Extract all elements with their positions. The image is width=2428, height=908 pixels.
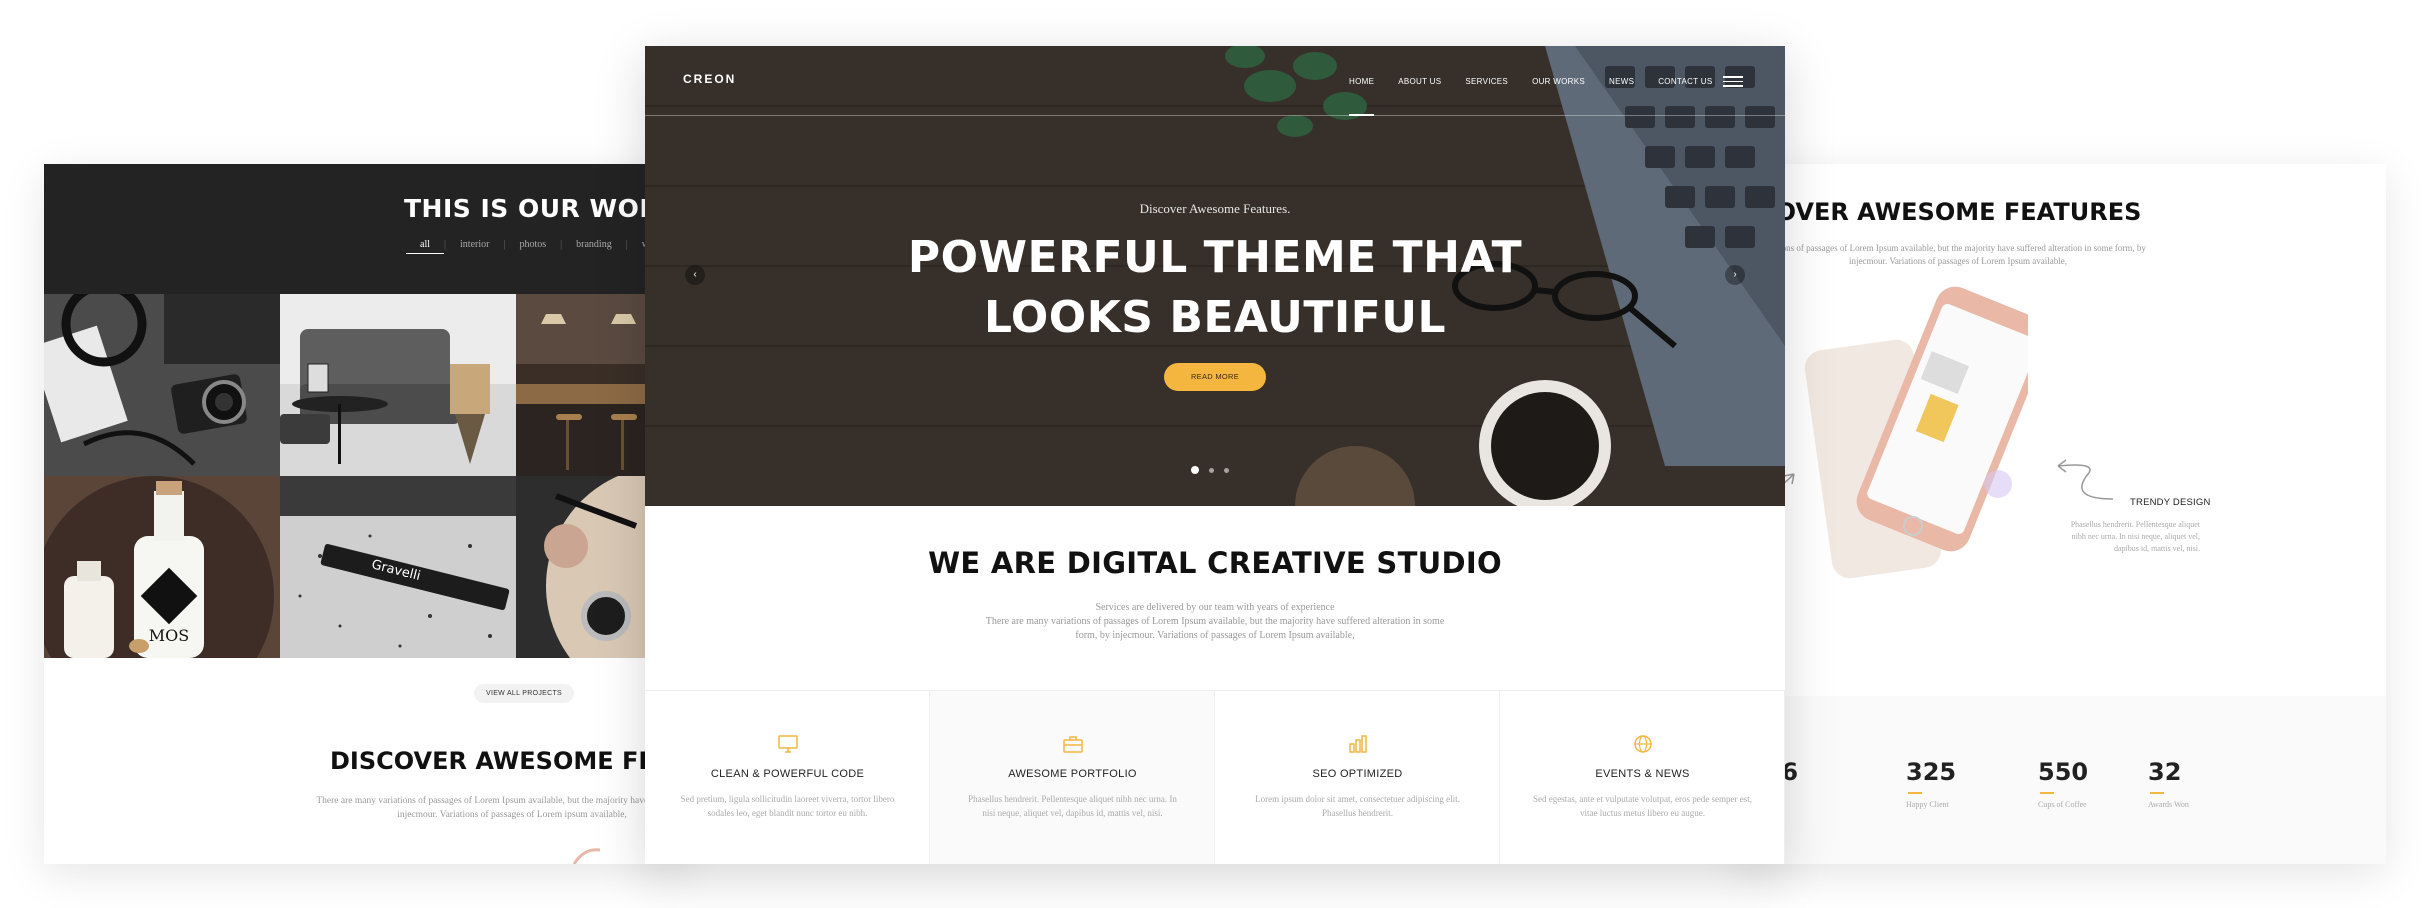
left-discover-title: DISCOVER AWESOME FEATU	[330, 747, 684, 775]
gallery-tile-camera[interactable]	[44, 294, 280, 476]
work-title: THIS IS OUR WORK	[404, 194, 679, 223]
feature-text: Sed pretium, ligula sollicitudin laoreet…	[680, 794, 895, 818]
main-menu: HOME ABOUT US SERVICES OUR WORKS NEWS CO…	[1349, 77, 1712, 116]
slider-next-arrow-icon[interactable]: ›	[1725, 265, 1745, 285]
menu-item-home[interactable]: HOME	[1349, 77, 1375, 116]
bottle-label-text: MOS	[149, 626, 189, 645]
filter-all[interactable]: all	[406, 239, 444, 254]
briefcase-icon	[1063, 736, 1083, 753]
bar-chart-icon	[1349, 735, 1367, 753]
feature-text: Sed egestas, ante et vulputate volutpat,…	[1533, 794, 1752, 818]
studio-text-line1: Services are delivered by our team with …	[1095, 602, 1335, 613]
portfolio-page-preview: THIS IS OUR WORK all | interior | photos…	[44, 164, 684, 864]
stat-underline	[2040, 792, 2054, 794]
trendy-design-text: Phasellus hendrerit. Pellentesque alique…	[2070, 520, 2200, 553]
trendy-design-title: TRENDY DESIGN	[2130, 497, 2211, 508]
feature-text: Lorem ipsum dolor sit amet, consectetuer…	[1255, 794, 1460, 818]
hero-slider: CREON HOME ABOUT US SERVICES OUR WORKS N…	[645, 46, 1785, 506]
hero-title: POWERFUL THEME THAT LOOKS BEAUTIFUL	[645, 228, 1785, 348]
stat-label: Cups of Coffee	[2038, 800, 2087, 809]
menu-item-contact[interactable]: CONTACT US	[1658, 77, 1712, 86]
phone-mockup-image	[1804, 286, 2028, 579]
filter-branding[interactable]: branding	[562, 239, 626, 254]
menu-item-news[interactable]: NEWS	[1609, 77, 1634, 86]
feature-title: AWESOME PORTFOLIO	[1008, 768, 1137, 780]
feature-title: EVENTS & NEWS	[1595, 768, 1690, 780]
studio-text-line2: There are many variations of passages of…	[985, 616, 1445, 627]
hero-title-line2: LOOKS BEAUTIFUL	[983, 292, 1447, 343]
feature-title: CLEAN & POWERFUL CODE	[710, 768, 865, 780]
stat-clients: 325 Happy Client	[1906, 758, 1956, 809]
stat-number: 32	[2148, 758, 2182, 786]
hero-pretitle: Discover Awesome Features.	[1139, 201, 1291, 216]
slider-prev-arrow-icon[interactable]: ‹	[685, 265, 705, 285]
menu-item-about[interactable]: ABOUT US	[1398, 77, 1441, 86]
filter-photos[interactable]: photos	[505, 239, 560, 254]
menu-item-services[interactable]: SERVICES	[1465, 77, 1508, 86]
arrow-doodle-right	[2057, 459, 2114, 500]
gallery-tile-sofa[interactable]	[280, 294, 516, 476]
stat-underline	[2150, 792, 2164, 794]
menu-item-works[interactable]: OUR WORKS	[1532, 77, 1585, 86]
gallery-tile-bottles[interactable]: MOS	[44, 476, 280, 658]
work-header	[44, 164, 684, 294]
slider-dots	[1191, 466, 1229, 474]
homepage-preview: CREON HOME ABOUT US SERVICES OUR WORKS N…	[645, 46, 1785, 864]
feature-portfolio: AWESOME PORTFOLIO Phasellus hendrerit. P…	[930, 691, 1215, 864]
right-discover-text: iations of passages of Lorem Ipsum avail…	[1770, 243, 2146, 266]
hamburger-menu-icon[interactable]	[1723, 76, 1743, 87]
phone-edge-image	[572, 848, 601, 864]
feature-clean-code: CLEAN & POWERFUL CODE Sed pretium, ligul…	[645, 691, 930, 864]
portfolio-grid: MOS Gravelli	[44, 294, 684, 658]
gallery-tile-pencil[interactable]: Gravelli	[280, 476, 516, 658]
stat-coffee: 550 Cups of Coffee	[2038, 758, 2088, 809]
hero-title-line1: POWERFUL THEME THAT	[907, 232, 1523, 283]
filter-interior[interactable]: interior	[446, 239, 503, 254]
stat-label: Awards Won	[2148, 800, 2189, 809]
stat-number: 550	[2038, 758, 2089, 786]
showcase-stage: THIS IS OUR WORK all | interior | photos…	[0, 0, 2428, 908]
slider-dot-2[interactable]	[1209, 467, 1214, 473]
studio-text: Services are delivered by our team with …	[915, 601, 1515, 643]
slider-dot-3[interactable]	[1224, 467, 1229, 473]
features-page-preview: COVER AWESOME FEATURES iations of passag…	[1738, 164, 2386, 864]
slider-dot-1[interactable]	[1191, 466, 1199, 474]
left-discover-text: There are many variations of passages of…	[316, 796, 684, 820]
features-row: CLEAN & POWERFUL CODE Sed pretium, ligul…	[645, 690, 1785, 864]
feature-text: Phasellus hendrerit. Pellentesque alique…	[968, 794, 1177, 818]
top-navbar: CREON HOME ABOUT US SERVICES OUR WORKS N…	[645, 46, 1785, 116]
monitor-icon	[778, 735, 798, 753]
stat-label: Happy Client	[1906, 800, 1949, 809]
read-more-button[interactable]: READ MORE	[1164, 363, 1266, 391]
feature-title: SEO OPTIMIZED	[1312, 768, 1403, 780]
stat-awards: 32 Awards Won	[2148, 758, 2189, 809]
right-discover-title: COVER AWESOME FEATURES	[1758, 198, 2142, 226]
studio-text-line3: form, by injecmour. Variations of passag…	[1075, 630, 1355, 641]
portfolio-filters: all | interior | photos | branding | web	[406, 239, 672, 254]
view-all-projects-button[interactable]: VIEW ALL PROJECTS	[474, 684, 575, 703]
feature-events: EVENTS & NEWS Sed egestas, ante et vulpu…	[1500, 691, 1785, 864]
logo[interactable]: CREON	[683, 72, 736, 86]
stat-number: 325	[1906, 758, 1957, 786]
feature-seo: SEO OPTIMIZED Lorem ipsum dolor sit amet…	[1215, 691, 1500, 864]
globe-icon	[1634, 735, 1652, 753]
stat-underline	[1908, 792, 1922, 794]
studio-title: WE ARE DIGITAL CREATIVE STUDIO	[928, 546, 1502, 580]
